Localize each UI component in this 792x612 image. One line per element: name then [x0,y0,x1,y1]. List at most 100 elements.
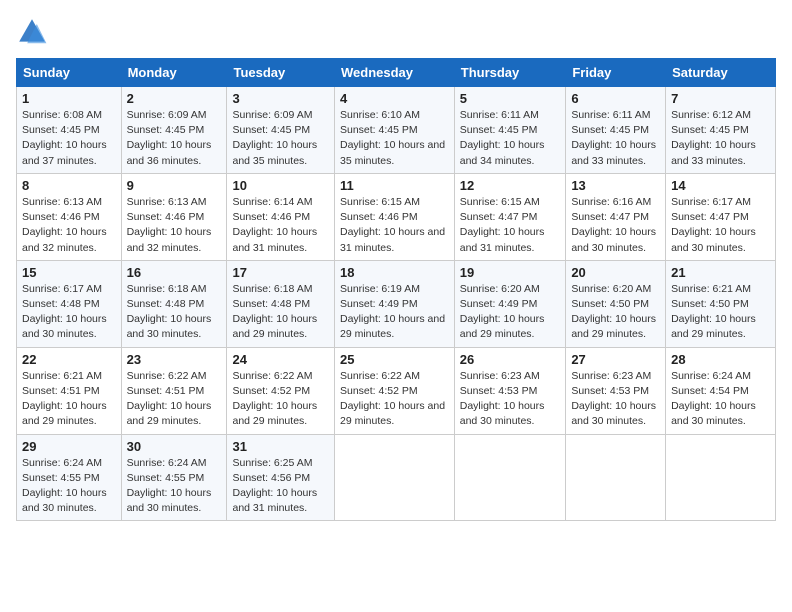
day-info: Sunrise: 6:08 AM Sunset: 4:45 PM Dayligh… [22,108,116,169]
day-info: Sunrise: 6:18 AM Sunset: 4:48 PM Dayligh… [232,282,329,343]
day-number: 25 [340,352,449,367]
logo-icon [16,16,48,48]
day-info: Sunrise: 6:24 AM Sunset: 4:55 PM Dayligh… [127,456,222,517]
day-info: Sunrise: 6:23 AM Sunset: 4:53 PM Dayligh… [571,369,660,430]
calendar-week-row: 29 Sunrise: 6:24 AM Sunset: 4:55 PM Dayl… [17,434,776,521]
calendar-cell: 14 Sunrise: 6:17 AM Sunset: 4:47 PM Dayl… [666,173,776,260]
calendar-cell: 25 Sunrise: 6:22 AM Sunset: 4:52 PM Dayl… [334,347,454,434]
calendar-cell: 28 Sunrise: 6:24 AM Sunset: 4:54 PM Dayl… [666,347,776,434]
day-info: Sunrise: 6:21 AM Sunset: 4:50 PM Dayligh… [671,282,770,343]
day-of-week-header: Wednesday [334,59,454,87]
calendar-cell: 11 Sunrise: 6:15 AM Sunset: 4:46 PM Dayl… [334,173,454,260]
day-info: Sunrise: 6:14 AM Sunset: 4:46 PM Dayligh… [232,195,329,256]
day-number: 10 [232,178,329,193]
calendar-cell [454,434,566,521]
day-info: Sunrise: 6:22 AM Sunset: 4:52 PM Dayligh… [232,369,329,430]
day-info: Sunrise: 6:11 AM Sunset: 4:45 PM Dayligh… [571,108,660,169]
day-info: Sunrise: 6:22 AM Sunset: 4:52 PM Dayligh… [340,369,449,430]
day-of-week-header: Monday [121,59,227,87]
day-number: 8 [22,178,116,193]
calendar-week-row: 8 Sunrise: 6:13 AM Sunset: 4:46 PM Dayli… [17,173,776,260]
day-number: 11 [340,178,449,193]
day-number: 19 [460,265,561,280]
calendar-cell: 31 Sunrise: 6:25 AM Sunset: 4:56 PM Dayl… [227,434,335,521]
calendar-cell: 12 Sunrise: 6:15 AM Sunset: 4:47 PM Dayl… [454,173,566,260]
day-info: Sunrise: 6:13 AM Sunset: 4:46 PM Dayligh… [22,195,116,256]
day-info: Sunrise: 6:12 AM Sunset: 4:45 PM Dayligh… [671,108,770,169]
day-info: Sunrise: 6:20 AM Sunset: 4:49 PM Dayligh… [460,282,561,343]
day-number: 12 [460,178,561,193]
calendar-cell: 29 Sunrise: 6:24 AM Sunset: 4:55 PM Dayl… [17,434,122,521]
day-number: 23 [127,352,222,367]
calendar-cell: 27 Sunrise: 6:23 AM Sunset: 4:53 PM Dayl… [566,347,666,434]
day-number: 31 [232,439,329,454]
day-number: 7 [671,91,770,106]
day-info: Sunrise: 6:17 AM Sunset: 4:47 PM Dayligh… [671,195,770,256]
day-info: Sunrise: 6:24 AM Sunset: 4:55 PM Dayligh… [22,456,116,517]
day-number: 13 [571,178,660,193]
calendar-cell: 4 Sunrise: 6:10 AM Sunset: 4:45 PM Dayli… [334,87,454,174]
calendar-cell: 30 Sunrise: 6:24 AM Sunset: 4:55 PM Dayl… [121,434,227,521]
calendar-cell: 21 Sunrise: 6:21 AM Sunset: 4:50 PM Dayl… [666,260,776,347]
day-number: 14 [671,178,770,193]
calendar-cell: 2 Sunrise: 6:09 AM Sunset: 4:45 PM Dayli… [121,87,227,174]
calendar-cell: 1 Sunrise: 6:08 AM Sunset: 4:45 PM Dayli… [17,87,122,174]
day-info: Sunrise: 6:22 AM Sunset: 4:51 PM Dayligh… [127,369,222,430]
calendar-cell: 19 Sunrise: 6:20 AM Sunset: 4:49 PM Dayl… [454,260,566,347]
day-info: Sunrise: 6:15 AM Sunset: 4:47 PM Dayligh… [460,195,561,256]
day-number: 16 [127,265,222,280]
calendar-table: SundayMondayTuesdayWednesdayThursdayFrid… [16,58,776,521]
calendar-cell: 9 Sunrise: 6:13 AM Sunset: 4:46 PM Dayli… [121,173,227,260]
day-of-week-header: Tuesday [227,59,335,87]
calendar-cell: 3 Sunrise: 6:09 AM Sunset: 4:45 PM Dayli… [227,87,335,174]
calendar-cell: 22 Sunrise: 6:21 AM Sunset: 4:51 PM Dayl… [17,347,122,434]
calendar-cell [666,434,776,521]
day-number: 21 [671,265,770,280]
day-info: Sunrise: 6:09 AM Sunset: 4:45 PM Dayligh… [232,108,329,169]
day-number: 22 [22,352,116,367]
logo [16,16,52,48]
day-number: 26 [460,352,561,367]
day-number: 4 [340,91,449,106]
day-info: Sunrise: 6:23 AM Sunset: 4:53 PM Dayligh… [460,369,561,430]
day-info: Sunrise: 6:11 AM Sunset: 4:45 PM Dayligh… [460,108,561,169]
day-number: 24 [232,352,329,367]
calendar-cell: 26 Sunrise: 6:23 AM Sunset: 4:53 PM Dayl… [454,347,566,434]
calendar-cell: 15 Sunrise: 6:17 AM Sunset: 4:48 PM Dayl… [17,260,122,347]
day-number: 9 [127,178,222,193]
calendar-cell: 16 Sunrise: 6:18 AM Sunset: 4:48 PM Dayl… [121,260,227,347]
day-number: 18 [340,265,449,280]
day-number: 5 [460,91,561,106]
day-number: 30 [127,439,222,454]
calendar-cell: 24 Sunrise: 6:22 AM Sunset: 4:52 PM Dayl… [227,347,335,434]
calendar-cell [334,434,454,521]
day-number: 6 [571,91,660,106]
day-number: 29 [22,439,116,454]
day-info: Sunrise: 6:09 AM Sunset: 4:45 PM Dayligh… [127,108,222,169]
day-info: Sunrise: 6:16 AM Sunset: 4:47 PM Dayligh… [571,195,660,256]
page-header [16,16,776,48]
calendar-cell: 10 Sunrise: 6:14 AM Sunset: 4:46 PM Dayl… [227,173,335,260]
day-info: Sunrise: 6:10 AM Sunset: 4:45 PM Dayligh… [340,108,449,169]
calendar-week-row: 15 Sunrise: 6:17 AM Sunset: 4:48 PM Dayl… [17,260,776,347]
day-number: 2 [127,91,222,106]
day-of-week-header: Friday [566,59,666,87]
calendar-cell [566,434,666,521]
day-number: 27 [571,352,660,367]
day-info: Sunrise: 6:24 AM Sunset: 4:54 PM Dayligh… [671,369,770,430]
day-info: Sunrise: 6:21 AM Sunset: 4:51 PM Dayligh… [22,369,116,430]
day-number: 17 [232,265,329,280]
calendar-cell: 6 Sunrise: 6:11 AM Sunset: 4:45 PM Dayli… [566,87,666,174]
calendar-cell: 17 Sunrise: 6:18 AM Sunset: 4:48 PM Dayl… [227,260,335,347]
calendar-cell: 23 Sunrise: 6:22 AM Sunset: 4:51 PM Dayl… [121,347,227,434]
day-info: Sunrise: 6:25 AM Sunset: 4:56 PM Dayligh… [232,456,329,517]
day-info: Sunrise: 6:19 AM Sunset: 4:49 PM Dayligh… [340,282,449,343]
day-info: Sunrise: 6:20 AM Sunset: 4:50 PM Dayligh… [571,282,660,343]
day-of-week-header: Saturday [666,59,776,87]
calendar-cell: 13 Sunrise: 6:16 AM Sunset: 4:47 PM Dayl… [566,173,666,260]
day-number: 15 [22,265,116,280]
day-number: 20 [571,265,660,280]
day-number: 28 [671,352,770,367]
day-info: Sunrise: 6:15 AM Sunset: 4:46 PM Dayligh… [340,195,449,256]
calendar-cell: 7 Sunrise: 6:12 AM Sunset: 4:45 PM Dayli… [666,87,776,174]
